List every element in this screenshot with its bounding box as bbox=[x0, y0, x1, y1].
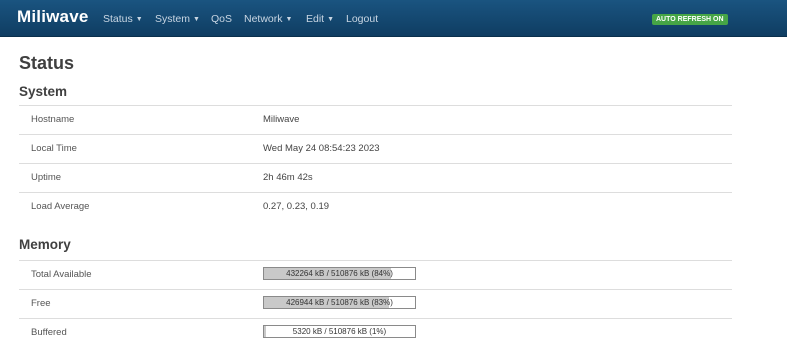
row-label: Load Average bbox=[31, 201, 90, 212]
top-navbar: Miliwave Status ▼ System ▼ QoS Network ▼ Ed… bbox=[0, 0, 787, 37]
memory-section-heading: Memory bbox=[19, 237, 71, 252]
row-label: Local Time bbox=[31, 143, 77, 154]
nav-qos-link[interactable]: QoS bbox=[211, 13, 232, 25]
row-label: Buffered bbox=[31, 327, 67, 338]
nav-logout-link[interactable]: Logout bbox=[346, 13, 378, 25]
nav-logout-label: Logout bbox=[346, 13, 379, 25]
table-row: Local Time Wed May 24 08:54:23 2023 bbox=[19, 134, 732, 163]
progress-text: 5320 kB / 510876 kB (1%) bbox=[292, 327, 387, 336]
memory-table: Total Available 432264 kB / 510876 kB (8… bbox=[19, 260, 732, 344]
nav-network-label: Network bbox=[244, 13, 283, 25]
table-row: Uptime 2h 46m 42s bbox=[19, 163, 732, 192]
table-row: Hostname Miliwave bbox=[19, 105, 732, 134]
caret-down-icon: ▼ bbox=[193, 16, 200, 23]
memory-progress-bar: 5320 kB / 510876 kB (1%) bbox=[263, 325, 416, 338]
nav-system-menu[interactable]: System ▼ bbox=[155, 13, 200, 25]
table-row: Load Average 0.27, 0.23, 0.19 bbox=[19, 192, 732, 221]
row-value: Miliwave bbox=[263, 114, 300, 125]
progress-text: 432264 kB / 510876 kB (84%) bbox=[286, 269, 393, 278]
caret-down-icon: ▼ bbox=[285, 16, 293, 23]
row-label: Total Available bbox=[31, 269, 92, 280]
nav-qos-label: QoS bbox=[211, 13, 233, 25]
nav-status-label: Status bbox=[103, 13, 133, 25]
row-value: Wed May 24 08:54:23 2023 bbox=[263, 143, 380, 154]
nav-edit-label: Edit bbox=[306, 13, 325, 25]
table-row: Total Available 432264 kB / 510876 kB (8… bbox=[19, 260, 732, 289]
row-label: Uptime bbox=[31, 172, 62, 183]
caret-down-icon: ▼ bbox=[135, 16, 143, 23]
nav-edit-menu[interactable]: Edit ▼ bbox=[306, 13, 334, 25]
row-label: Hostname bbox=[31, 114, 75, 125]
table-row: Free 426944 kB / 510876 kB (83%) bbox=[19, 289, 732, 318]
nav-system-label: System bbox=[155, 13, 191, 25]
memory-progress-bar: 426944 kB / 510876 kB (83%) bbox=[263, 296, 416, 309]
progress-text: 426944 kB / 510876 kB (83%) bbox=[286, 298, 393, 307]
memory-progress-bar: 432264 kB / 510876 kB (84%) bbox=[263, 267, 416, 280]
brand-logo[interactable]: Miliwave bbox=[17, 7, 89, 27]
nav-status-menu[interactable]: Status ▼ bbox=[103, 13, 143, 25]
system-section-heading: System bbox=[19, 84, 68, 99]
auto-refresh-badge[interactable]: AUTO REFRESH ON bbox=[652, 14, 728, 25]
row-value: 0.27, 0.23, 0.19 bbox=[263, 201, 330, 212]
system-table: Hostname Miliwave Local Time Wed May 24 … bbox=[19, 105, 732, 221]
row-value: 2h 46m 42s bbox=[263, 172, 313, 183]
page-title: Status bbox=[19, 53, 75, 73]
caret-down-icon: ▼ bbox=[327, 16, 335, 23]
table-row: Buffered 5320 kB / 510876 kB (1%) bbox=[19, 318, 732, 344]
row-label: Free bbox=[31, 298, 51, 309]
nav-network-menu[interactable]: Network ▼ bbox=[244, 13, 292, 25]
